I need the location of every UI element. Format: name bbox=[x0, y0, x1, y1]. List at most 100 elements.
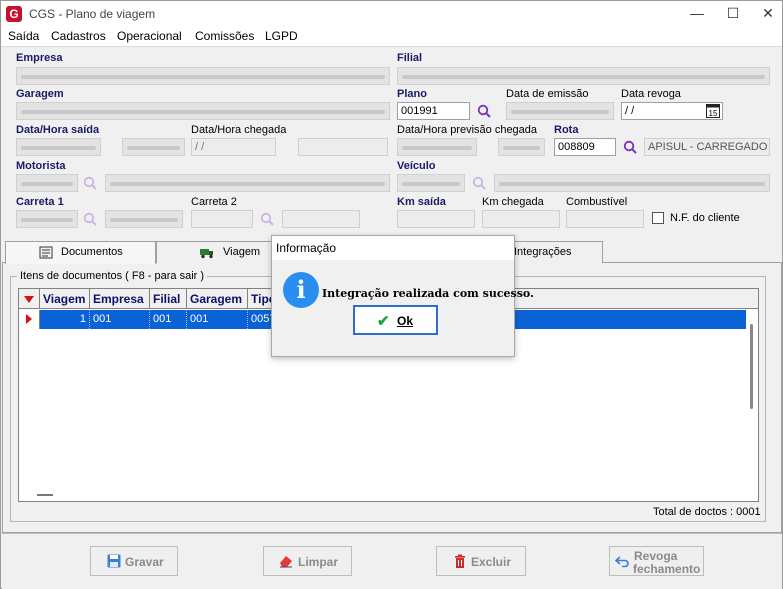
excluir-button[interactable]: Excluir bbox=[436, 546, 526, 576]
sort-down-icon bbox=[24, 296, 34, 303]
tab-documentos[interactable]: Documentos bbox=[5, 241, 156, 264]
rota-label: Rota bbox=[554, 124, 579, 136]
total-doctos: Total de doctos : 0001 bbox=[653, 506, 761, 518]
rota-search-icon[interactable] bbox=[623, 140, 637, 154]
cell-filial[interactable]: 001 bbox=[150, 310, 187, 329]
data-previsao-field bbox=[397, 138, 477, 156]
menu-comissoes[interactable]: Comissões bbox=[195, 29, 254, 43]
truck-icon bbox=[200, 249, 213, 259]
excluir-label: Excluir bbox=[471, 555, 512, 569]
carreta1-search-icon[interactable] bbox=[83, 212, 97, 226]
veiculo-label: Veículo bbox=[397, 160, 436, 172]
row-indicator bbox=[19, 310, 40, 329]
carreta2-code-field[interactable] bbox=[191, 210, 253, 228]
rota-description: APISUL - CARREGADO - bbox=[644, 138, 770, 156]
undo-arrow-icon bbox=[615, 556, 629, 568]
limpar-button[interactable]: Limpar bbox=[263, 546, 352, 576]
tab-integracoes-label: Integrações bbox=[514, 246, 572, 258]
filial-label: Filial bbox=[397, 52, 423, 64]
rota-input[interactable]: 008809 bbox=[554, 138, 616, 156]
revoga-fechamento-button[interactable]: Revoga fechamento bbox=[609, 546, 704, 576]
data-chegada-field[interactable]: / / bbox=[191, 138, 276, 156]
data-hora-saida-label: Data/Hora saída bbox=[16, 124, 100, 136]
menu-lgpd[interactable]: LGPD bbox=[265, 29, 298, 43]
carreta1-desc-field bbox=[105, 210, 183, 228]
carreta2-desc-field[interactable] bbox=[282, 210, 360, 228]
data-revoga-value: / / bbox=[625, 105, 635, 117]
carreta2-search-icon[interactable] bbox=[260, 212, 274, 226]
data-saida-field bbox=[16, 138, 101, 156]
revoga-label-line1: Revoga bbox=[634, 549, 678, 563]
veiculo-desc-field bbox=[494, 174, 770, 192]
column-filial[interactable]: Filial bbox=[150, 289, 187, 309]
column-empresa[interactable]: Empresa bbox=[90, 289, 150, 309]
menu-operacional[interactable]: Operacional bbox=[117, 29, 182, 43]
garagem-field bbox=[16, 102, 390, 120]
documents-icon bbox=[39, 246, 53, 259]
tab-documentos-label: Documentos bbox=[61, 246, 123, 258]
menu-cadastros[interactable]: Cadastros bbox=[51, 29, 106, 43]
column-viagem[interactable]: Viagem bbox=[40, 289, 90, 309]
data-hora-previsao-label: Data/Hora previsão chegada bbox=[397, 124, 538, 136]
data-hora-chegada-label: Data/Hora chegada bbox=[191, 124, 287, 136]
menu-bar: Saída Cadastros Operacional Comissões LG… bbox=[1, 27, 782, 47]
information-dialog: Informação i Integração realizada com su… bbox=[271, 235, 534, 357]
eraser-icon bbox=[280, 556, 292, 568]
veiculo-search-icon[interactable] bbox=[472, 176, 486, 190]
km-saida-label: Km saída bbox=[397, 196, 446, 208]
column-garagem[interactable]: Garagem bbox=[187, 289, 248, 309]
maximize-button[interactable]: ☐ bbox=[723, 4, 743, 22]
motorista-code-field bbox=[16, 174, 78, 192]
motorista-search-icon[interactable] bbox=[83, 176, 97, 190]
revoga-label-line2: fechamento bbox=[633, 562, 701, 576]
veiculo-code-field bbox=[397, 174, 465, 192]
plano-input[interactable]: 001991 bbox=[397, 102, 470, 120]
title-bar: G CGS - Plano de viagem — ☐ ✕ bbox=[1, 1, 782, 27]
motorista-label: Motorista bbox=[16, 160, 66, 172]
info-icon: i bbox=[283, 272, 319, 308]
vertical-scroll-thumb[interactable] bbox=[750, 324, 753, 409]
km-chegada-label: Km chegada bbox=[482, 196, 544, 208]
horizontal-scroll-thumb[interactable] bbox=[37, 494, 53, 496]
km-chegada-field[interactable] bbox=[482, 210, 560, 228]
ok-button[interactable]: ✔ Ok bbox=[353, 305, 438, 335]
nf-cliente-label: N.F. do cliente bbox=[670, 212, 740, 224]
tab-viagem-label: Viagem bbox=[223, 246, 261, 258]
sort-indicator-cell[interactable] bbox=[19, 289, 40, 309]
dialog-title: Informação bbox=[272, 236, 514, 260]
combustivel-field[interactable] bbox=[566, 210, 644, 228]
carreta2-label: Carreta 2 bbox=[191, 196, 237, 208]
trash-icon bbox=[455, 554, 465, 568]
km-saida-field[interactable] bbox=[397, 210, 475, 228]
filial-field bbox=[397, 67, 770, 85]
main-window: G CGS - Plano de viagem — ☐ ✕ Saída Cada… bbox=[0, 0, 783, 589]
tab-viagem[interactable]: Viagem bbox=[156, 241, 273, 263]
hora-chegada-field[interactable] bbox=[298, 138, 388, 156]
motorista-name-field bbox=[105, 174, 390, 192]
documents-group-title: Itens de documentos ( F8 - para sair ) bbox=[17, 270, 208, 282]
cell-empresa[interactable]: 001 bbox=[90, 310, 150, 329]
close-button[interactable]: ✕ bbox=[758, 4, 778, 22]
cell-viagem[interactable]: 1 bbox=[40, 310, 90, 329]
save-icon bbox=[107, 554, 121, 568]
carreta1-code-field bbox=[16, 210, 78, 228]
empresa-label: Empresa bbox=[16, 52, 63, 64]
plano-search-icon[interactable] bbox=[477, 104, 491, 118]
cell-garagem[interactable]: 001 bbox=[187, 310, 248, 329]
dialog-message: Integração realizada com sucesso. bbox=[322, 287, 534, 300]
nf-cliente-checkbox[interactable] bbox=[652, 212, 664, 224]
data-emissao-label: Data de emissão bbox=[506, 88, 589, 100]
gravar-button[interactable]: Gravar bbox=[90, 546, 178, 576]
calendar-icon[interactable]: 15 bbox=[706, 104, 720, 118]
plano-label: Plano bbox=[397, 88, 427, 100]
app-logo-icon: G bbox=[6, 6, 22, 22]
ok-label: Ok bbox=[397, 314, 414, 328]
hora-previsao-field bbox=[498, 138, 545, 156]
data-emissao-field bbox=[506, 102, 614, 120]
vertical-scrollbar[interactable] bbox=[746, 309, 758, 501]
minimize-button[interactable]: — bbox=[687, 4, 707, 22]
combustivel-label: Combustível bbox=[566, 196, 628, 208]
row-pointer-icon bbox=[26, 314, 32, 324]
limpar-label: Limpar bbox=[298, 555, 339, 569]
menu-saida[interactable]: Saída bbox=[8, 29, 39, 43]
